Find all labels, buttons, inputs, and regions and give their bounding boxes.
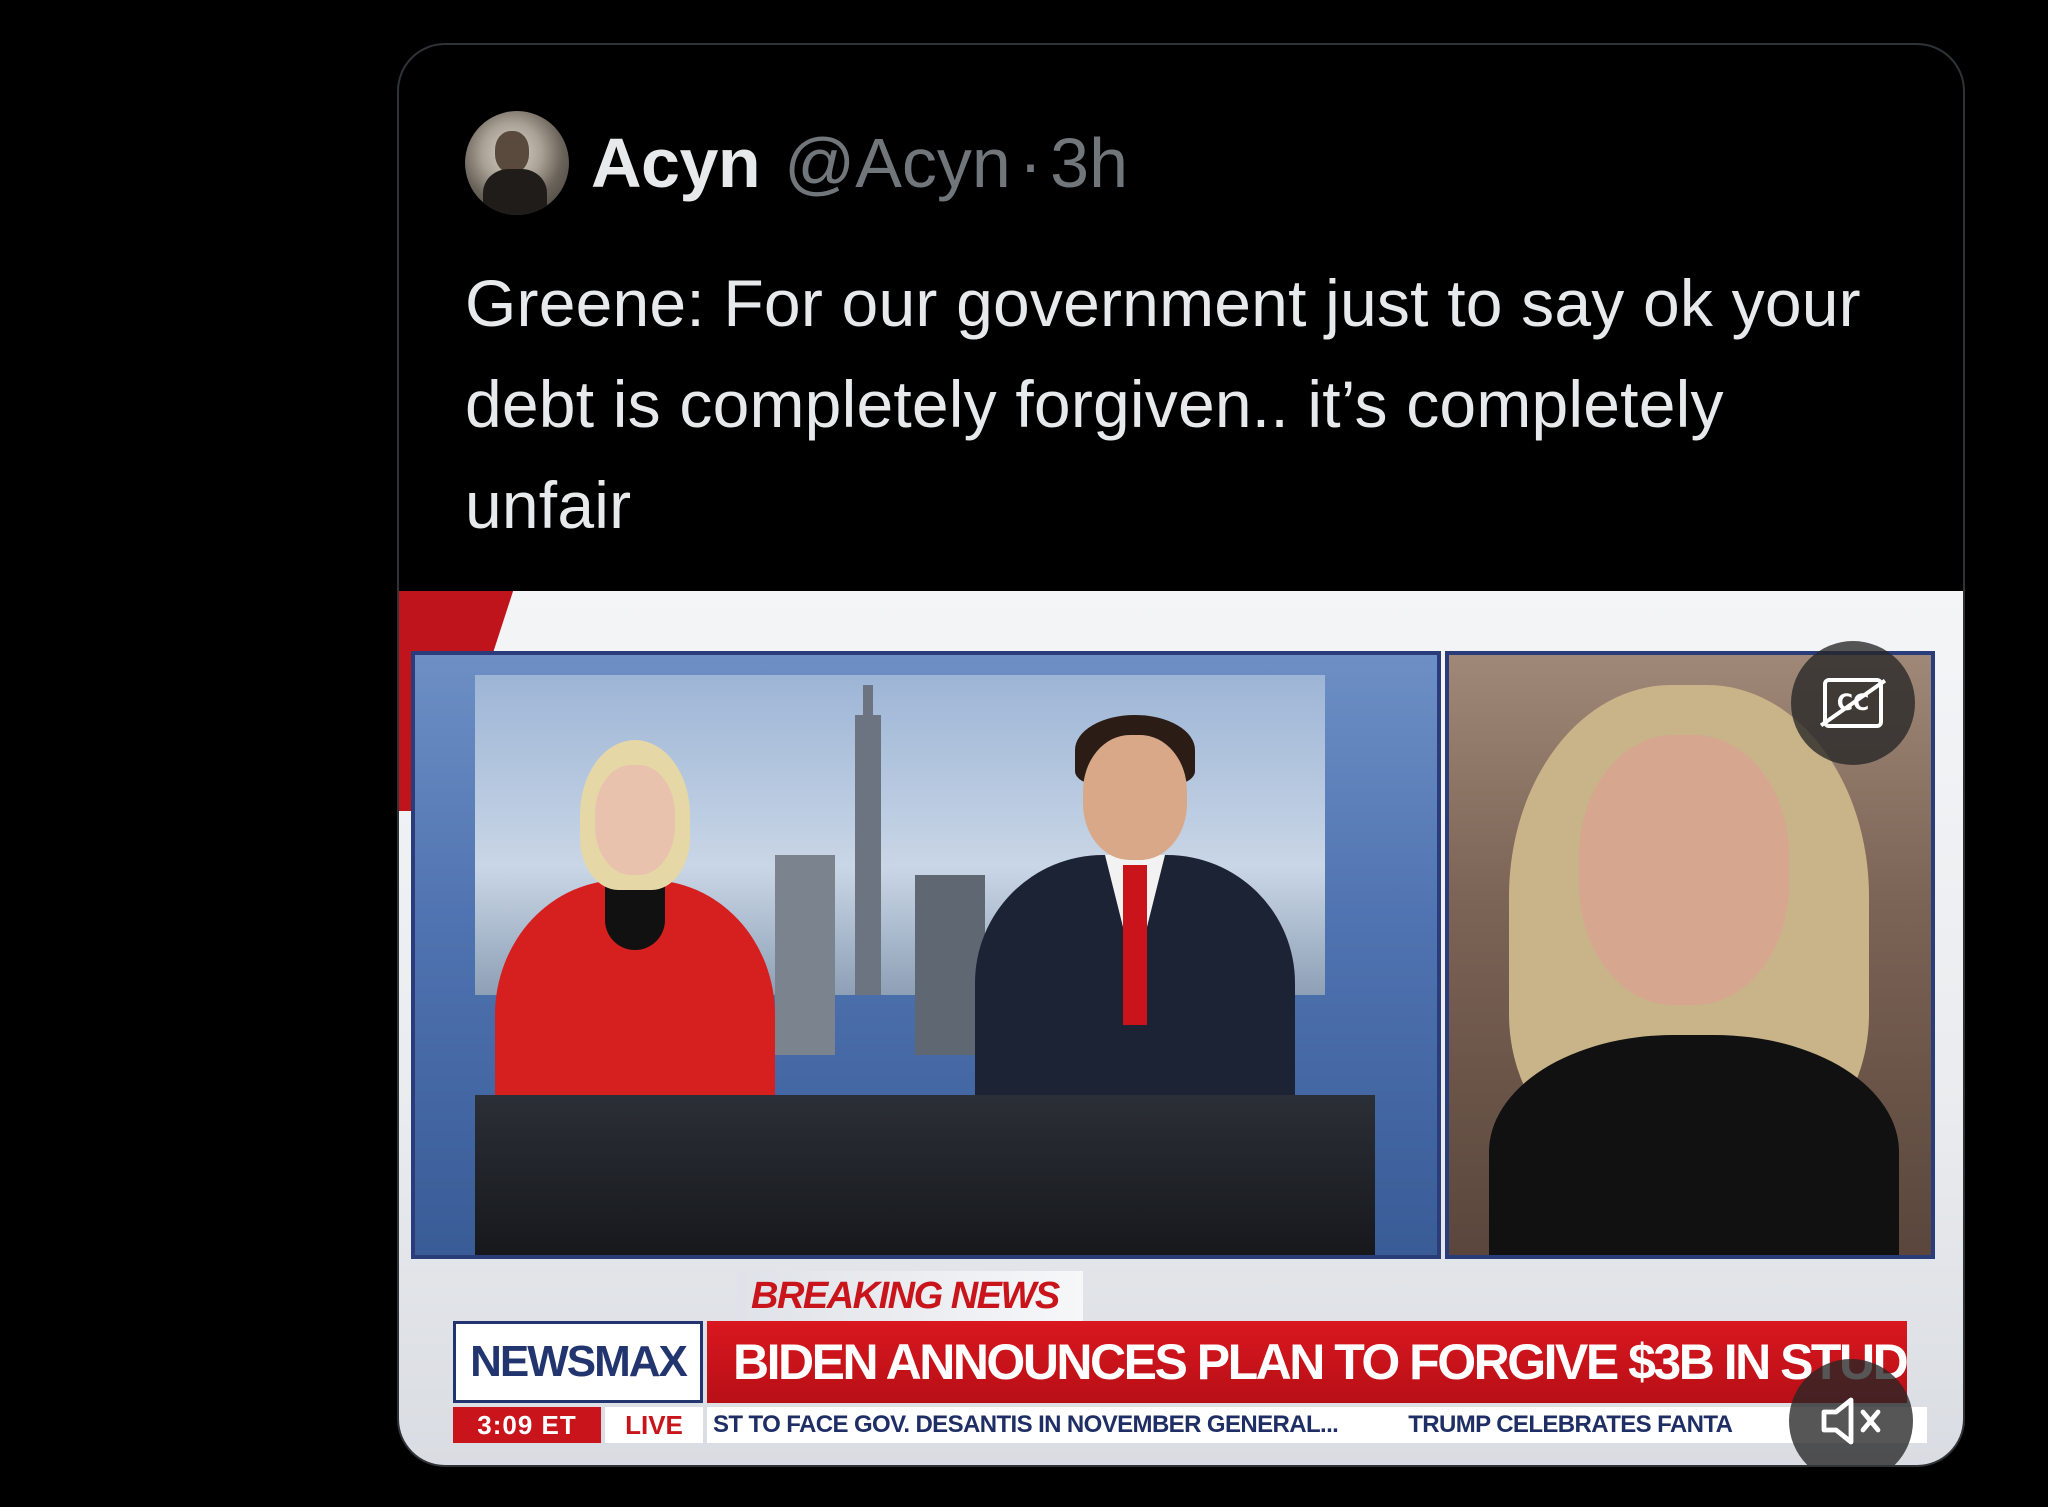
- author-name[interactable]: Acyn: [591, 123, 761, 203]
- tweet-card[interactable]: Acyn @Acyn · 3h Greene: For our governme…: [397, 43, 1965, 1467]
- meta-separator: ·: [1018, 124, 1043, 202]
- tweet-header: Acyn @Acyn · 3h: [465, 111, 1128, 215]
- tweet-timestamp[interactable]: 3h: [1050, 123, 1128, 203]
- author-avatar[interactable]: [465, 111, 569, 215]
- video-player[interactable]: CC BREAKING NEWS NEWSMAX BIDEN ANNOUNCES…: [399, 591, 1963, 1465]
- broadcast-clock: 3:09 ET: [453, 1407, 601, 1443]
- captions-button[interactable]: CC: [1791, 641, 1915, 765]
- ticker-item: TRUMP CELEBRATES FANTA: [1408, 1411, 1733, 1438]
- breaking-news-label: BREAKING NEWS: [737, 1271, 1083, 1321]
- male-anchor: [975, 715, 1295, 1175]
- news-headline: BIDEN ANNOUNCES PLAN TO FORGIVE $3B IN S…: [707, 1321, 1907, 1403]
- avatar-body: [483, 169, 547, 215]
- news-desk: [475, 1095, 1375, 1255]
- live-label: LIVE: [605, 1407, 703, 1443]
- studio-panel: [411, 651, 1441, 1259]
- closed-captions-off-icon: CC: [1823, 678, 1883, 728]
- speaker-muted-icon: [1821, 1397, 1881, 1445]
- author-handle[interactable]: @Acyn: [784, 123, 1011, 203]
- tweet-text: Greene: For our government just to say o…: [465, 266, 1861, 542]
- network-logo: NEWSMAX: [453, 1321, 703, 1403]
- news-ticker: ST TO FACE GOV. DESANTIS IN NOVEMBER GEN…: [707, 1407, 1927, 1443]
- ticker-item: ST TO FACE GOV. DESANTIS IN NOVEMBER GEN…: [713, 1411, 1339, 1438]
- avatar-face: [495, 131, 529, 173]
